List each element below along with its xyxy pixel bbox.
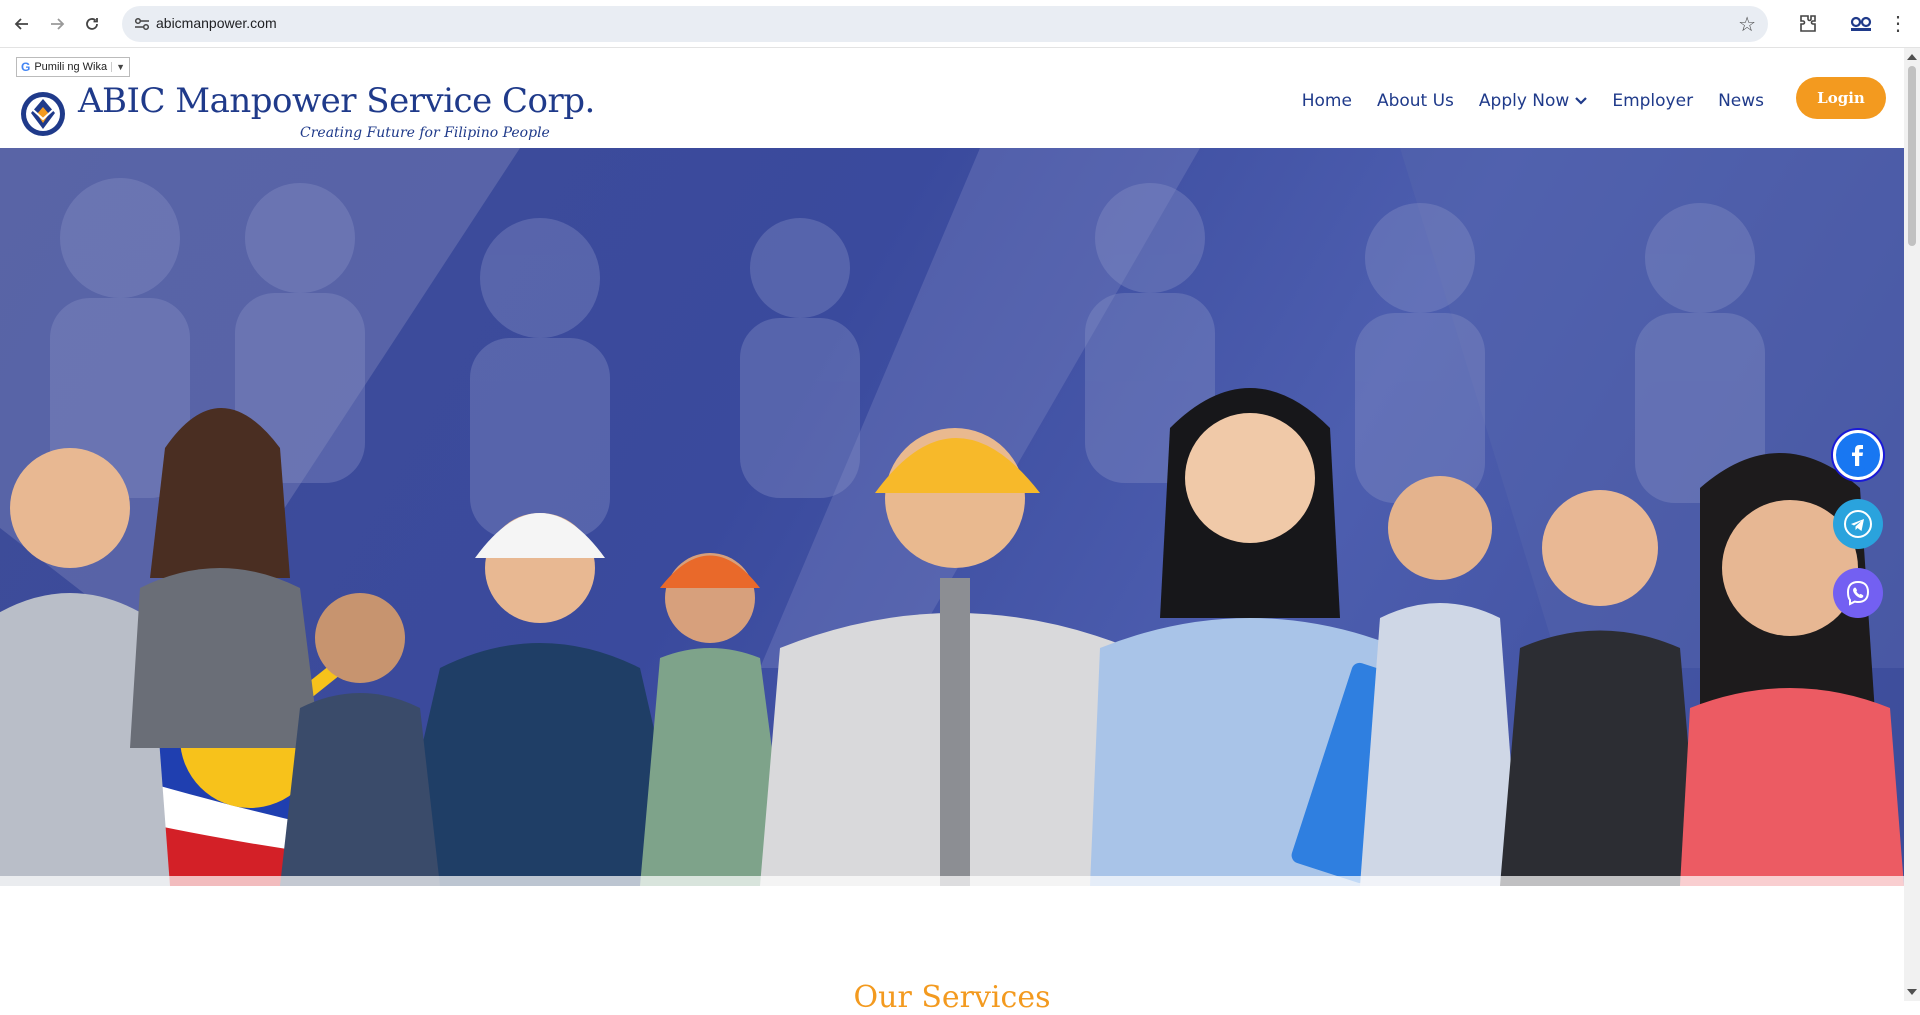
nav-employer[interactable]: Employer: [1612, 91, 1693, 111]
back-icon[interactable]: [8, 10, 36, 38]
reload-icon[interactable]: [78, 10, 106, 38]
language-selector[interactable]: G Pumili ng Wika ▼: [16, 57, 131, 77]
menu-icon[interactable]: ⋮: [1888, 10, 1908, 38]
scrollbar-thumb[interactable]: [1908, 66, 1916, 246]
profile-icon[interactable]: [1850, 14, 1872, 34]
scroll-up-icon[interactable]: [1907, 54, 1917, 60]
viber-icon: [1846, 580, 1870, 606]
chevron-down-icon: [1575, 97, 1588, 105]
telegram-button[interactable]: [1833, 499, 1883, 549]
site-info-icon[interactable]: [132, 14, 152, 34]
main-nav: Home About Us Apply Now Employer News: [1302, 86, 1764, 116]
facebook-icon: [1843, 440, 1873, 470]
url-text: abicmanpower.com: [156, 15, 277, 31]
address-bar[interactable]: abicmanpower.com ☆: [122, 6, 1768, 42]
brand-tagline: Creating Future for Filipino People: [300, 125, 550, 141]
brand-name[interactable]: ABIC Manpower Service Corp.: [78, 81, 595, 121]
chevron-down-icon: ▼: [111, 62, 125, 72]
telegram-icon: [1844, 510, 1872, 538]
company-logo-icon[interactable]: [18, 89, 68, 139]
viber-button[interactable]: [1833, 568, 1883, 618]
nav-apply-now-label: Apply Now: [1478, 91, 1570, 111]
nav-news[interactable]: News: [1718, 91, 1764, 111]
google-icon: G: [21, 60, 31, 74]
language-selector-label: Pumili ng Wika: [34, 61, 108, 73]
login-button[interactable]: Login: [1796, 77, 1886, 119]
page-scrollbar[interactable]: [1904, 48, 1920, 1001]
facebook-button[interactable]: [1833, 430, 1883, 480]
nav-apply-now[interactable]: Apply Now: [1478, 91, 1588, 111]
star-icon[interactable]: ☆: [1738, 12, 1756, 37]
site-header: G Pumili ng Wika ▼ ABIC Manpower Service…: [0, 49, 1904, 148]
forward-icon[interactable]: [43, 10, 71, 38]
extensions-icon[interactable]: [1796, 12, 1820, 36]
hero-banner: [0, 148, 1904, 886]
services-heading: Our Services: [853, 980, 1051, 1015]
browser-toolbar: abicmanpower.com ☆ ⋮: [0, 0, 1920, 48]
scroll-down-icon[interactable]: [1907, 989, 1917, 995]
nav-about-us[interactable]: About Us: [1377, 91, 1454, 111]
hero-image: [0, 148, 1904, 886]
nav-home[interactable]: Home: [1302, 91, 1352, 111]
